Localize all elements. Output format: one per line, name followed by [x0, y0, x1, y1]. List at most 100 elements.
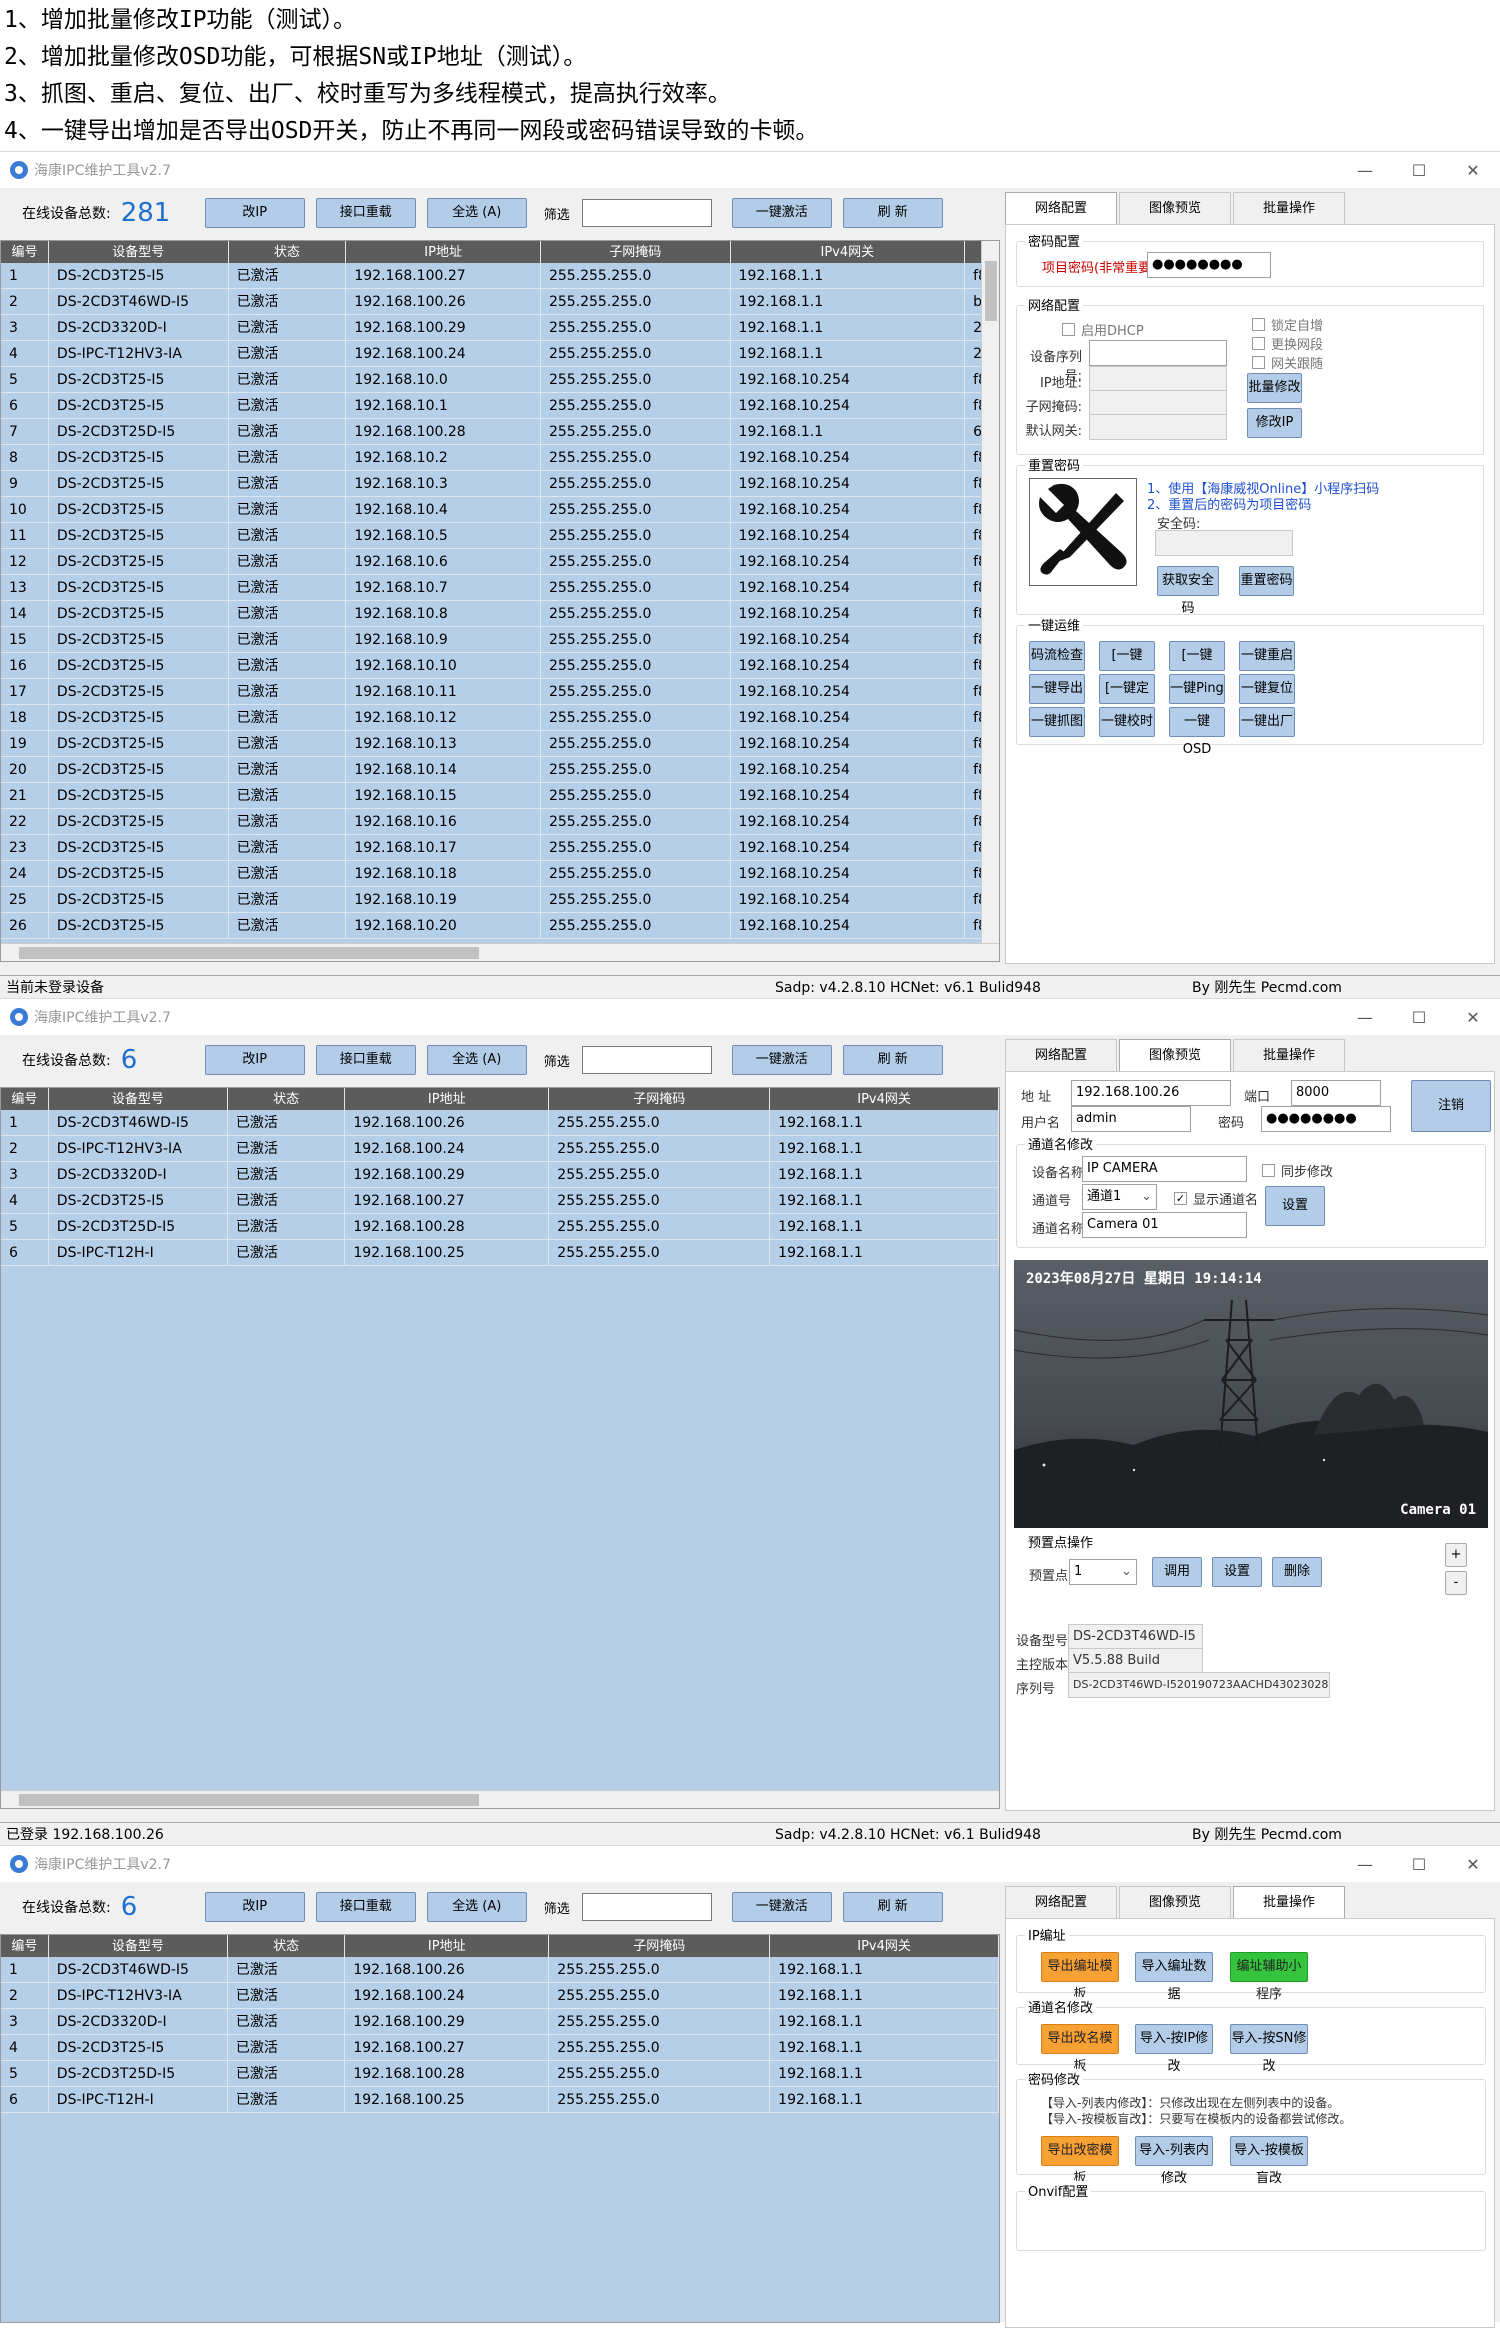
change-ip-button[interactable]: 改IP	[204, 198, 305, 228]
table-row[interactable]: 5 DS-2CD3T25D-I5 已激活 192.168.100.28 255.255.…	[1, 2061, 999, 2087]
table-row[interactable]: 2 DS-IPC-T12HV3-IA 已激活 192.168.100.24 255.25…	[1, 1136, 999, 1162]
table-row[interactable]: 6 DS-IPC-T12H-I 已激活 192.168.100.25 255.255.2…	[1, 2087, 999, 2113]
one-click-timesync-button[interactable]: 一键校时	[1099, 707, 1155, 737]
table-row[interactable]: 11 DS-2CD3T25-I5 已激活 192.168.10.5 255.255.25…	[1, 523, 999, 549]
minimize-button[interactable]: —	[1338, 161, 1392, 180]
logout-button[interactable]: 注销	[1411, 1080, 1491, 1132]
table-row[interactable]: 3 DS-2CD3320D-I 已激活 192.168.100.29 255.255.2…	[1, 2009, 999, 2035]
one-click-export-button[interactable]: 一键导出	[1029, 674, 1085, 704]
scroll-thumb[interactable]	[19, 1794, 479, 1806]
maximize-button[interactable]: ☐	[1392, 1008, 1446, 1027]
table-row[interactable]: 1 DS-2CD3T46WD-I5 已激活 192.168.100.26 255.255…	[1, 1110, 999, 1136]
column-header[interactable]: IPv4网关	[731, 241, 966, 263]
close-button[interactable]: ✕	[1446, 1855, 1500, 1874]
tab-batch-ops[interactable]: 批量操作	[1233, 192, 1345, 224]
table-row[interactable]: 15 DS-2CD3T25-I5 已激活 192.168.10.9 255.255.25…	[1, 627, 999, 653]
preset-set-button[interactable]: 设置	[1212, 1557, 1262, 1587]
change-ip-button[interactable]: 改IP	[204, 1045, 305, 1075]
one-click-osd-button[interactable]: 一键OSD	[1169, 707, 1225, 757]
one-click-locate-button[interactable]: [一键定位]	[1099, 674, 1155, 724]
device-name-input[interactable]: IP CAMERA	[1082, 1156, 1247, 1182]
export-rename-template-button[interactable]: 导出改名模板	[1041, 2024, 1119, 2074]
table-row[interactable]: 12 DS-2CD3T25-I5 已激活 192.168.10.6 255.255.25…	[1, 549, 999, 575]
column-header[interactable]: 状态	[228, 1935, 346, 1957]
table-row[interactable]: 17 DS-2CD3T25-I5 已激活 192.168.10.11 255.255.2…	[1, 679, 999, 705]
close-button[interactable]: ✕	[1446, 1008, 1500, 1027]
security-code-input[interactable]	[1155, 530, 1293, 556]
column-header[interactable]: 编号	[1, 1935, 49, 1957]
table-row[interactable]: 26 DS-2CD3T25-I5 已激活 192.168.10.20 255.255.2…	[1, 913, 999, 939]
preset-delete-button[interactable]: 删除	[1272, 1557, 1322, 1587]
gateway-follow-checkbox[interactable]: 网关跟随	[1252, 353, 1323, 372]
table-row[interactable]: 22 DS-2CD3T25-I5 已激活 192.168.10.16 255.255.2…	[1, 809, 999, 835]
zoom-in-button[interactable]: +	[1445, 1543, 1467, 1567]
change-ip-button[interactable]: 改IP	[204, 1892, 305, 1922]
one-click-ping-button[interactable]: 一键Ping	[1169, 674, 1225, 704]
lock-increment-checkbox[interactable]: 锁定自增	[1252, 315, 1323, 334]
tab-network-config[interactable]: 网络配置	[1005, 192, 1117, 224]
import-list-modify-button[interactable]: 导入-列表内修改	[1135, 2136, 1213, 2186]
activate-button[interactable]: 一键激活	[731, 1892, 832, 1922]
preset-select[interactable]: 1 ⌄	[1069, 1559, 1137, 1585]
tab-batch-ops[interactable]: 批量操作	[1233, 1039, 1345, 1071]
table-row[interactable]: 16 DS-2CD3T25-I5 已激活 192.168.10.10 255.255.2…	[1, 653, 999, 679]
column-header[interactable]: 编号	[1, 241, 49, 263]
ip-helper-button[interactable]: 编址辅助小程序	[1230, 1952, 1308, 2002]
get-security-code-button[interactable]: 获取安全码	[1157, 566, 1219, 616]
import-blind-modify-button[interactable]: 导入-按模板盲改	[1230, 2136, 1308, 2186]
table-row[interactable]: 5 DS-2CD3T25D-I5 已激活 192.168.100.28 255.255.…	[1, 1214, 999, 1240]
tab-batch-ops[interactable]: 批量操作	[1233, 1886, 1345, 1918]
one-click-h264-button[interactable]: [一键h264]	[1099, 641, 1155, 691]
column-header[interactable]: 子网掩码	[541, 241, 731, 263]
filter-input[interactable]	[581, 199, 712, 227]
table-row[interactable]: 6 DS-2CD3T25-I5 已激活 192.168.10.1 255.255.255…	[1, 393, 999, 419]
horizontal-scrollbar[interactable]	[1, 943, 999, 961]
maximize-button[interactable]: ☐	[1392, 161, 1446, 180]
table-row[interactable]: 10 DS-2CD3T25-I5 已激活 192.168.10.4 255.255.25…	[1, 497, 999, 523]
table-row[interactable]: 8 DS-2CD3T25-I5 已激活 192.168.10.2 255.255.255…	[1, 445, 999, 471]
port-input[interactable]: 8000	[1291, 1080, 1381, 1106]
one-click-factory-button[interactable]: 一键出厂	[1239, 707, 1295, 737]
tab-network-config[interactable]: 网络配置	[1005, 1886, 1117, 1918]
checkbox-box[interactable]	[1262, 1164, 1275, 1177]
select-all-button[interactable]: 全选 (A)	[426, 198, 527, 228]
sync-modify-checkbox[interactable]: 同步修改	[1262, 1161, 1333, 1180]
ip-input[interactable]	[1089, 366, 1227, 392]
one-click-h265-button[interactable]: [一键h265]	[1169, 641, 1225, 691]
scroll-thumb[interactable]	[19, 947, 479, 959]
column-header[interactable]: IPv4网关	[770, 1088, 999, 1110]
filter-input[interactable]	[581, 1046, 712, 1074]
minimize-button[interactable]: —	[1338, 1855, 1392, 1874]
table-row[interactable]: 3 DS-2CD3320D-I 已激活 192.168.100.29 255.255.2…	[1, 1162, 999, 1188]
import-by-sn-button[interactable]: 导入-按SN修改	[1230, 2024, 1308, 2074]
table-row[interactable]: 7 DS-2CD3T25D-I5 已激活 192.168.100.28 255.255.…	[1, 419, 999, 445]
column-header[interactable]: 设备型号	[49, 1088, 228, 1110]
preset-call-button[interactable]: 调用	[1152, 1557, 1202, 1587]
reload-button[interactable]: 接口重载	[315, 1045, 416, 1075]
reset-password-button[interactable]: 重置密码	[1239, 566, 1294, 596]
column-header[interactable]: 子网掩码	[549, 1935, 771, 1957]
column-header[interactable]: 状态	[228, 1088, 346, 1110]
table-row[interactable]: 25 DS-2CD3T25-I5 已激活 192.168.10.19 255.255.2…	[1, 887, 999, 913]
tab-network-config[interactable]: 网络配置	[1005, 1039, 1117, 1071]
batch-modify-button[interactable]: 批量修改	[1247, 373, 1302, 403]
tab-image-preview[interactable]: 图像预览	[1119, 1039, 1231, 1071]
table-row[interactable]: 20 DS-2CD3T25-I5 已激活 192.168.10.14 255.255.2…	[1, 757, 999, 783]
one-click-reset-button[interactable]: 一键复位	[1239, 674, 1295, 704]
column-header[interactable]: 状态	[229, 241, 347, 263]
import-ip-data-button[interactable]: 导入编址数据	[1135, 1952, 1213, 2002]
column-header[interactable]: 子网掩码	[549, 1088, 771, 1110]
tab-image-preview[interactable]: 图像预览	[1119, 192, 1231, 224]
horizontal-scrollbar[interactable]	[1, 1790, 999, 1808]
checkbox-box[interactable]	[1252, 337, 1265, 350]
mask-input[interactable]	[1089, 390, 1227, 416]
set-channel-button[interactable]: 设置	[1265, 1186, 1325, 1226]
table-row[interactable]: 4 DS-2CD3T25-I5 已激活 192.168.100.27 255.255.2…	[1, 2035, 999, 2061]
activate-button[interactable]: 一键激活	[731, 198, 832, 228]
vertical-scrollbar[interactable]	[981, 241, 999, 961]
modify-ip-button[interactable]: 修改IP	[1247, 408, 1302, 438]
refresh-button[interactable]: 刷 新	[842, 1892, 943, 1922]
select-all-button[interactable]: 全选 (A)	[426, 1045, 527, 1075]
table-row[interactable]: 13 DS-2CD3T25-I5 已激活 192.168.10.7 255.255.25…	[1, 575, 999, 601]
minimize-button[interactable]: —	[1338, 1008, 1392, 1027]
